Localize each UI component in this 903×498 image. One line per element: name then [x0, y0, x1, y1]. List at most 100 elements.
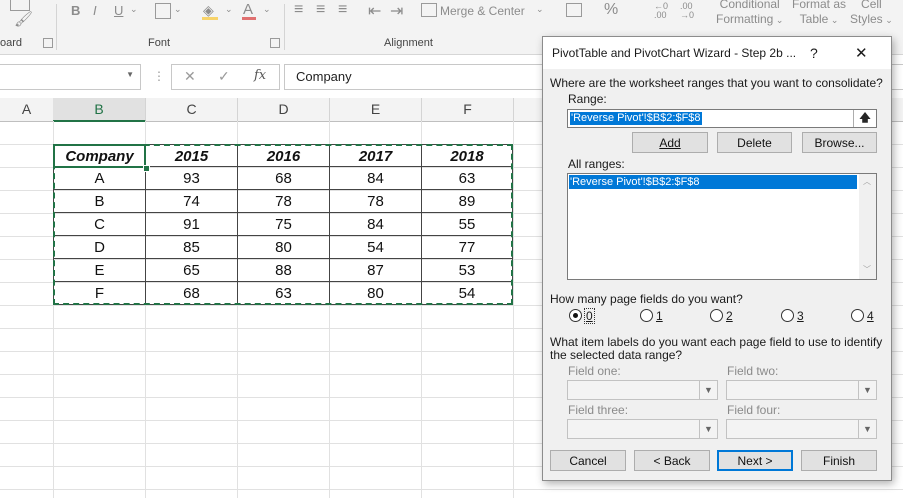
radio-page-fields-2[interactable]: [710, 309, 723, 322]
chevron-down-icon[interactable]: ⌄: [225, 4, 233, 15]
all-ranges-item-label: 'Reverse Pivot'!$B$2:$F$8: [570, 176, 700, 188]
field-four-select[interactable]: ▼: [726, 419, 877, 439]
column-header-e[interactable]: E: [330, 98, 422, 122]
radio-page-fields-4[interactable]: [851, 309, 864, 322]
chevron-down-icon: ▼: [858, 381, 876, 399]
arrow-up-icon: 🡅: [859, 112, 871, 124]
radio-page-fields-1[interactable]: [640, 309, 653, 322]
finish-button[interactable]: Finish: [801, 450, 877, 471]
field-four-label: Field four:: [727, 403, 781, 417]
field-two-select[interactable]: ▼: [726, 380, 877, 400]
delete-button[interactable]: Delete: [717, 132, 792, 153]
chevron-down-icon[interactable]: ⌄: [263, 4, 271, 15]
field-two-label: Field two:: [727, 364, 779, 378]
range-input-value: 'Reverse Pivot'!$B$2:$F$8: [570, 112, 702, 125]
chevron-down-icon[interactable]: ⌄: [174, 4, 182, 15]
bold-button[interactable]: B: [71, 3, 80, 18]
field-three-select[interactable]: ▼: [567, 419, 718, 439]
add-label: Add: [659, 136, 681, 150]
column-header-b[interactable]: B: [53, 98, 146, 122]
formula-buttons: ✕ ✓ fx: [171, 64, 280, 90]
increase-indent-icon[interactable]: ⇥: [390, 1, 403, 21]
back-button[interactable]: < Back: [634, 450, 710, 471]
field-one-select[interactable]: ▼: [567, 380, 718, 400]
fill-handle[interactable]: [143, 165, 150, 172]
chevron-down-icon[interactable]: ▼: [126, 70, 134, 79]
column-header-a[interactable]: A: [0, 98, 54, 122]
chevron-down-icon: ▼: [699, 420, 717, 438]
radio-page-fields-3[interactable]: [781, 309, 794, 322]
formula-content: Company: [296, 69, 352, 84]
font-color-icon[interactable]: A: [243, 1, 253, 18]
percent-button[interactable]: %: [604, 1, 618, 19]
format-as-table-label-2: Table: [799, 12, 829, 26]
chevron-down-icon[interactable]: ⌄: [130, 4, 138, 15]
pivot-wizard-dialog: PivotTable and PivotChart Wizard - Step …: [542, 36, 892, 481]
format-painter-icon[interactable]: 🖌: [14, 10, 33, 28]
range-label: Range:: [568, 92, 607, 106]
all-ranges-label: All ranges:: [568, 157, 625, 171]
name-box[interactable]: ▼: [0, 64, 141, 90]
increase-decimal-icon[interactable]: ←0.00: [654, 2, 668, 20]
decrease-indent-icon[interactable]: ⇤: [368, 1, 381, 21]
cancel-label: Cancel: [569, 454, 607, 468]
all-ranges-item[interactable]: 'Reverse Pivot'!$B$2:$F$8: [569, 175, 857, 189]
scroll-down-icon[interactable]: ﹀: [863, 264, 871, 275]
chevron-down-icon[interactable]: ⌄: [536, 4, 544, 15]
conditional-formatting-label-1: Conditional: [719, 0, 780, 11]
scroll-up-icon[interactable]: ︿: [863, 176, 871, 187]
cancel-button[interactable]: Cancel: [550, 450, 626, 471]
font-launcher-icon[interactable]: [270, 38, 280, 48]
radio-page-fields-0[interactable]: [569, 309, 582, 322]
back-label: < Back: [653, 454, 691, 468]
format-as-table-button[interactable]: Format as Table ⌄: [792, 0, 846, 28]
radio-label-2: 2: [726, 309, 733, 323]
clipboard-launcher-icon[interactable]: [43, 38, 53, 48]
group-label-clipboard: oard: [0, 37, 23, 49]
close-icon[interactable]: ✕: [855, 44, 868, 62]
grid-row-line: [0, 489, 903, 490]
next-button[interactable]: Next >: [717, 450, 793, 471]
confirm-entry-icon[interactable]: ✓: [218, 68, 230, 85]
active-cell-outline[interactable]: [53, 144, 146, 168]
fill-color-bar: [202, 17, 218, 20]
align-left-icon[interactable]: ≡: [294, 1, 303, 19]
dialog-title-bar[interactable]: PivotTable and PivotChart Wizard - Step …: [543, 37, 891, 69]
column-header-d[interactable]: D: [238, 98, 330, 122]
group-label-font: Font: [148, 37, 171, 49]
borders-icon[interactable]: [155, 3, 171, 19]
add-button[interactable]: Add: [632, 132, 708, 153]
grid-column-line: [513, 121, 514, 498]
accounting-format-icon[interactable]: [566, 3, 582, 17]
align-right-icon[interactable]: ≡: [338, 1, 347, 19]
conditional-formatting-button[interactable]: Conditional Formatting ⌄: [716, 0, 783, 28]
cell-styles-label-2: Styles: [850, 12, 883, 26]
range-input[interactable]: 'Reverse Pivot'!$B$2:$F$8 🡅: [567, 109, 877, 128]
help-icon[interactable]: ?: [810, 45, 818, 61]
question-ranges: Where are the worksheet ranges that you …: [550, 76, 883, 90]
font-color-bar: [242, 17, 256, 20]
merge-center-icon[interactable]: [421, 3, 437, 17]
field-three-label: Field three:: [568, 403, 629, 417]
chevron-down-icon: ⌄: [828, 15, 839, 25]
decrease-decimal-icon[interactable]: .00 →0: [680, 2, 694, 20]
underline-button[interactable]: U: [114, 3, 123, 18]
column-header-c[interactable]: C: [146, 98, 238, 122]
radio-label-3: 3: [797, 309, 804, 323]
browse-button[interactable]: Browse...: [802, 132, 877, 153]
align-center-icon[interactable]: ≡: [316, 1, 325, 19]
column-header-f[interactable]: F: [422, 98, 514, 122]
collapse-dialog-button[interactable]: 🡅: [853, 110, 876, 127]
finish-label: Finish: [822, 454, 855, 468]
formula-bar-grip-icon: ⋮: [153, 69, 165, 83]
question-item-labels-2: the selected data range?: [550, 348, 683, 362]
cancel-entry-icon[interactable]: ✕: [184, 68, 196, 85]
all-ranges-scrollbar[interactable]: ︿ ﹀: [859, 174, 876, 279]
ribbon-separator: [284, 4, 285, 50]
cell-styles-button[interactable]: Cell Styles ⌄: [850, 0, 893, 28]
italic-button[interactable]: I: [93, 3, 97, 18]
all-ranges-list[interactable]: 'Reverse Pivot'!$B$2:$F$8 ︿ ﹀: [567, 173, 877, 280]
merge-center-button[interactable]: Merge & Center: [440, 4, 525, 18]
next-label: Next >: [737, 454, 773, 468]
insert-function-icon[interactable]: fx: [254, 68, 266, 83]
